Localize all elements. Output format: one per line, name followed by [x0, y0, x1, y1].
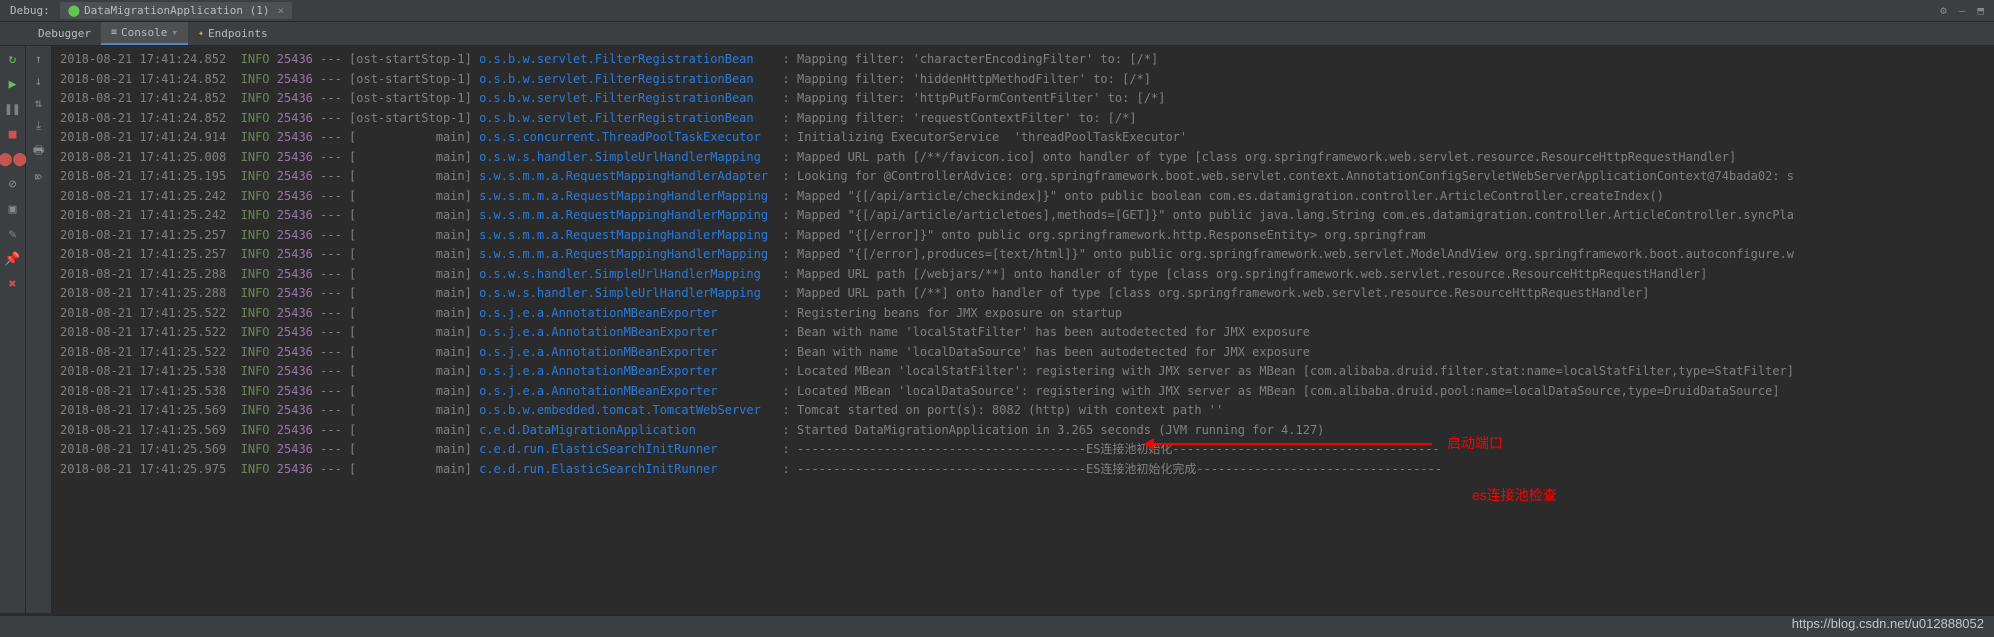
resume-icon[interactable]: ▶ — [9, 77, 17, 92]
close-icon[interactable]: ✖ — [9, 277, 17, 292]
console-output[interactable]: 启动端口 es连接池检查 2018-08-21 17:41:24.852 INF… — [52, 46, 1994, 613]
tab-console[interactable]: ≡ Console ▾ — [101, 22, 188, 45]
breakpoints-icon[interactable]: ⬤⬤ — [0, 152, 27, 167]
run-config-name: DataMigrationApplication (1) — [84, 4, 269, 17]
pin2-icon[interactable]: 📌 — [4, 252, 20, 267]
debug-action-gutter: ↻ ▶ ❚❚ ■ ⬤⬤ ⊘ ▣ ✎ 📌 ✖ — [0, 46, 26, 613]
debug-top-bar: Debug: ⬤ DataMigrationApplication (1) × … — [0, 0, 1994, 22]
log-line: 2018-08-21 17:41:25.569 INFO 25436 --- [… — [60, 401, 1986, 421]
log-line: 2018-08-21 17:41:25.522 INFO 25436 --- [… — [60, 323, 1986, 343]
tab-endpoints[interactable]: ✦ Endpoints — [188, 23, 278, 44]
debug-tabs-bar: Debugger ≡ Console ▾ ✦ Endpoints — [0, 22, 1994, 46]
console-dropdown-icon[interactable]: ▾ — [171, 26, 178, 39]
bug-icon: ⬤ — [68, 4, 80, 17]
log-line: 2018-08-21 17:41:25.288 INFO 25436 --- [… — [60, 265, 1986, 285]
log-line: 2018-08-21 17:41:25.569 INFO 25436 --- [… — [60, 440, 1986, 460]
top-right-controls: ⚙ — ⬒ — [1940, 4, 1994, 17]
log-line: 2018-08-21 17:41:25.538 INFO 25436 --- [… — [60, 362, 1986, 382]
rerun-icon[interactable]: ↻ — [9, 52, 17, 67]
log-line: 2018-08-21 17:41:25.008 INFO 25436 --- [… — [60, 148, 1986, 168]
endpoints-icon: ✦ — [198, 28, 204, 39]
log-line: 2018-08-21 17:41:25.975 INFO 25436 --- [… — [60, 460, 1986, 480]
tab-debugger[interactable]: Debugger — [28, 23, 101, 44]
log-line: 2018-08-21 17:41:25.257 INFO 25436 --- [… — [60, 226, 1986, 246]
watermark: https://blog.csdn.net/u012888052 — [1792, 616, 1984, 631]
console-icon: ≡ — [111, 27, 117, 38]
log-line: 2018-08-21 17:41:25.288 INFO 25436 --- [… — [60, 284, 1986, 304]
log-line: 2018-08-21 17:41:24.852 INFO 25436 --- [… — [60, 109, 1986, 129]
log-line: 2018-08-21 17:41:25.569 INFO 25436 --- [… — [60, 421, 1986, 441]
scroll-end-icon[interactable]: ⤓ — [36, 118, 41, 133]
up-stack-icon[interactable]: ↑ — [35, 52, 42, 66]
debug-label: Debug: — [4, 4, 56, 17]
log-line: 2018-08-21 17:41:25.242 INFO 25436 --- [… — [60, 187, 1986, 207]
run-config-tab[interactable]: ⬤ DataMigrationApplication (1) × — [60, 2, 292, 19]
pause-icon[interactable]: ❚❚ — [5, 102, 21, 117]
main-area: ↻ ▶ ❚❚ ■ ⬤⬤ ⊘ ▣ ✎ 📌 ✖ ↑ ↓ ⇅ ⤓ 🖶 ⌦ 启动端口 e… — [0, 46, 1994, 613]
minimize-icon[interactable]: — — [1959, 4, 1966, 17]
close-tab-icon[interactable]: × — [278, 4, 285, 17]
log-line: 2018-08-21 17:41:25.538 INFO 25436 --- [… — [60, 382, 1986, 402]
log-line: 2018-08-21 17:41:25.257 INFO 25436 --- [… — [60, 245, 1986, 265]
log-line: 2018-08-21 17:41:25.195 INFO 25436 --- [… — [60, 167, 1986, 187]
bottom-bar — [0, 615, 1994, 637]
log-line: 2018-08-21 17:41:24.852 INFO 25436 --- [… — [60, 89, 1986, 109]
log-line: 2018-08-21 17:41:25.522 INFO 25436 --- [… — [60, 304, 1986, 324]
settings-icon[interactable]: ⚙ — [1940, 4, 1947, 17]
settings2-icon[interactable]: ✎ — [9, 227, 17, 242]
annotation-arrow — [1152, 443, 1432, 445]
annotation-es: es连接池检查 — [1472, 486, 1557, 506]
stop-icon[interactable]: ■ — [9, 127, 17, 142]
layout-icon[interactable]: ▣ — [9, 202, 17, 217]
log-line: 2018-08-21 17:41:24.852 INFO 25436 --- [… — [60, 50, 1986, 70]
pin-icon[interactable]: ⬒ — [1977, 4, 1984, 17]
clear-icon[interactable]: ⌦ — [35, 170, 42, 184]
annotation-port: 启动端口 — [1447, 434, 1503, 454]
console-action-gutter: ↑ ↓ ⇅ ⤓ 🖶 ⌦ — [26, 46, 52, 613]
mute-breakpoints-icon[interactable]: ⊘ — [9, 177, 17, 192]
down-stack-icon[interactable]: ↓ — [35, 74, 42, 88]
log-line: 2018-08-21 17:41:25.242 INFO 25436 --- [… — [60, 206, 1986, 226]
wrap-icon[interactable]: ⇅ — [35, 96, 42, 110]
log-line: 2018-08-21 17:41:24.852 INFO 25436 --- [… — [60, 70, 1986, 90]
log-line: 2018-08-21 17:41:25.522 INFO 25436 --- [… — [60, 343, 1986, 363]
log-line: 2018-08-21 17:41:24.914 INFO 25436 --- [… — [60, 128, 1986, 148]
print-icon[interactable]: 🖶 — [33, 141, 44, 162]
